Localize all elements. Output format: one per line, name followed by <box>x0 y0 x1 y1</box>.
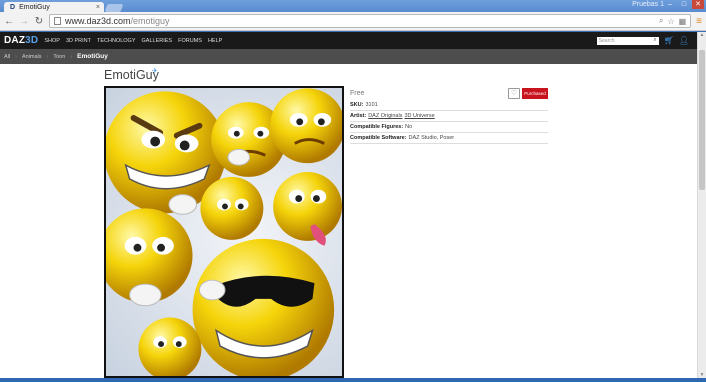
url-domain: www.daz3d.com <box>65 16 131 26</box>
breadcrumb-all[interactable]: All <box>4 54 10 60</box>
nav-shop[interactable]: SHOP <box>44 38 60 44</box>
daz-original-icon: ✈︎ <box>152 68 158 75</box>
page-scrollbar[interactable]: ▲ ▼ <box>697 32 706 378</box>
minimize-icon[interactable]: – <box>664 0 676 9</box>
url-text[interactable]: www.daz3d.com/emotiguy <box>65 16 655 26</box>
page-icon <box>54 17 61 25</box>
maximize-icon[interactable]: □ <box>678 0 690 9</box>
wishlist-heart-icon[interactable]: ♡ <box>508 87 520 99</box>
nav-technology[interactable]: TECHNOLOGY <box>97 38 136 44</box>
sku-value: 3101 <box>365 102 378 108</box>
sku-row: SKU: 3101 <box>350 100 548 111</box>
artist-row: Artist: DAZ Originals 3D Universe <box>350 111 548 122</box>
tab-title: EmotiGuy <box>19 4 50 11</box>
breadcrumb-separator: › <box>15 53 17 60</box>
nav-forums[interactable]: FORUMS <box>178 38 202 44</box>
reload-icon[interactable]: ↻ <box>34 16 44 27</box>
browser-toolbar: ← → ↻ www.daz3d.com/emotiguy ⌕ ☆ ▦ ≡ <box>0 12 706 31</box>
breadcrumb-current: EmotiGuy <box>77 53 108 60</box>
artist-label: Artist: <box>350 113 367 119</box>
breadcrumb-toon[interactable]: Toon <box>53 54 65 60</box>
product-info-panel: Free ♡ Purchased SKU: 3101 Artist: DAZ O… <box>350 86 548 144</box>
search-placeholder: Search <box>598 37 615 44</box>
daz3d-logo[interactable]: DAZ3D <box>4 35 38 46</box>
product-price: Free <box>350 89 365 97</box>
daz-favicon-icon: D <box>10 4 16 11</box>
extension-icon[interactable]: ▦ <box>679 17 687 26</box>
product-content: EmotiGuy ✈︎ Free ♡ Purchased SKU: 3101 A… <box>0 64 697 378</box>
breadcrumb-separator: › <box>70 53 73 60</box>
compatible-software-label: Compatible Software: <box>350 135 407 141</box>
compatible-software-value: DAZ Studio, Poser <box>408 135 455 141</box>
price-row: Free ♡ Purchased <box>350 86 548 100</box>
logo-3d: 3D <box>25 35 39 46</box>
breadcrumb-separator: › <box>46 53 49 60</box>
purchased-button[interactable]: Purchased <box>522 87 548 99</box>
window-controls: – □ ✕ <box>664 0 704 9</box>
new-tab-button[interactable] <box>104 4 124 12</box>
sku-label: SKU: <box>350 102 364 108</box>
cart-icon[interactable]: 🛒︎ <box>664 36 674 45</box>
nav-3d-print[interactable]: 3D PRINT <box>66 38 91 44</box>
window-titlebar: D EmotiGuy × Pruebas 1 – □ ✕ <box>0 0 706 13</box>
navbar-right: Search ⌕ 🛒︎ 👤︎ <box>596 36 697 45</box>
product-image[interactable] <box>104 86 344 378</box>
scrollbar-thumb[interactable] <box>699 50 705 190</box>
artist-link-daz-originals[interactable]: DAZ Originals <box>368 113 402 119</box>
artist-link-3d-universe[interactable]: 3D Universe <box>404 113 434 119</box>
compatible-software-row: Compatible Software: DAZ Studio, Poser <box>350 133 548 144</box>
emotiguy-render-illustration <box>106 88 342 376</box>
star-icon[interactable]: ☆ <box>667 17 674 26</box>
breadcrumb: All › Animals › Toon › EmotiGuy <box>0 49 697 64</box>
close-window-icon[interactable]: ✕ <box>692 0 704 9</box>
address-bar[interactable]: www.daz3d.com/emotiguy ⌕ ☆ ▦ <box>49 14 692 28</box>
compatible-figures-value: No <box>405 124 413 130</box>
back-icon[interactable]: ← <box>4 16 14 27</box>
web-page: DAZ3D SHOP 3D PRINT TECHNOLOGY GALLERIES… <box>0 32 697 378</box>
search-icon[interactable]: ⌕ <box>659 16 663 26</box>
compatible-figures-row: Compatible Figures: No <box>350 122 548 133</box>
scroll-up-icon[interactable]: ▲ <box>698 32 706 38</box>
nav-help[interactable]: HELP <box>208 38 222 44</box>
menu-icon[interactable]: ≡ <box>696 16 702 27</box>
forward-icon[interactable]: → <box>19 16 29 27</box>
window-user-label: Pruebas 1 <box>632 1 664 8</box>
nav-galleries[interactable]: GALLERIES <box>142 38 173 44</box>
user-account-icon[interactable]: 👤︎ <box>679 36 689 45</box>
logo-daz: DAZ <box>4 35 26 46</box>
product-title: EmotiGuy <box>104 68 159 82</box>
os-taskbar <box>0 378 706 382</box>
site-search-input[interactable]: Search ⌕ <box>596 36 659 45</box>
close-tab-icon[interactable]: × <box>96 4 100 11</box>
site-navbar: DAZ3D SHOP 3D PRINT TECHNOLOGY GALLERIES… <box>0 32 697 49</box>
site-search-icon[interactable]: ⌕ <box>653 37 656 44</box>
url-path: /emotiguy <box>130 16 170 26</box>
compatible-figures-label: Compatible Figures: <box>350 124 404 130</box>
breadcrumb-animals[interactable]: Animals <box>22 54 42 60</box>
